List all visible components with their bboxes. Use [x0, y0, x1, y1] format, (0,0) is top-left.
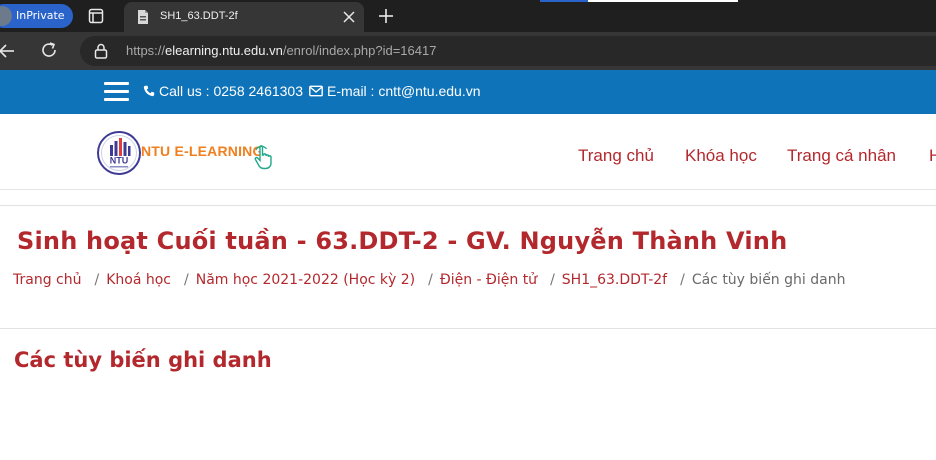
- page-title: Sinh hoạt Cuối tuần - 63.DDT-2 - GV. Ngu…: [17, 227, 788, 255]
- site-logo[interactable]: NTU NTU E-LEARNING: [96, 130, 276, 176]
- site-header: NTU NTU E-LEARNING Trang chủ Khóa học Tr…: [0, 114, 936, 190]
- breadcrumb-separator: /: [94, 272, 100, 288]
- tab-loading-indicator: [540, 0, 936, 2]
- new-tab-icon[interactable]: [378, 8, 394, 24]
- breadcrumb-item-home[interactable]: Trang chủ: [13, 272, 81, 288]
- breadcrumb-item-school-year[interactable]: Năm học 2021-2022 (Học kỳ 2): [196, 272, 415, 288]
- url-text[interactable]: https://elearning.ntu.edu.vn/enrol/index…: [126, 43, 436, 58]
- breadcrumb-separator: /: [680, 272, 685, 288]
- nav-courses-link[interactable]: Khóa học: [685, 146, 757, 166]
- breadcrumb-separator: /: [428, 272, 433, 288]
- browser-tab-strip: InPrivate SH1_63.DDT-2f: [0, 0, 936, 32]
- close-tab-icon[interactable]: [342, 10, 356, 24]
- breadcrumb: Trang chủ / Khoá học / Năm học 2021-2022…: [13, 272, 845, 288]
- breadcrumb-item-course[interactable]: SH1_63.DDT-2f: [562, 272, 667, 288]
- contact-info: Call us : 0258 2461303 E-mail : cntt@ntu…: [143, 83, 481, 99]
- reload-icon[interactable]: [40, 41, 58, 59]
- page-favicon-icon: [138, 10, 148, 24]
- inprivate-badge[interactable]: InPrivate: [0, 4, 73, 28]
- breadcrumb-separator: /: [184, 272, 189, 288]
- breadcrumb-item-department[interactable]: Điện - Điện tử: [440, 272, 537, 288]
- logo-badge-text: NTU: [110, 156, 129, 166]
- active-tab[interactable]: SH1_63.DDT-2f: [124, 2, 364, 32]
- envelope-icon: [309, 85, 323, 97]
- divider: [0, 328, 936, 329]
- site-info-bar: Call us : 0258 2461303 E-mail : cntt@ntu…: [0, 70, 936, 114]
- phone-icon: [143, 85, 155, 97]
- inprivate-label: InPrivate: [16, 9, 65, 22]
- menu-toggle-icon[interactable]: [104, 82, 130, 102]
- lock-icon[interactable]: [94, 43, 108, 59]
- nav-more-link[interactable]: H: [929, 146, 936, 166]
- tab-actions-icon[interactable]: [88, 8, 104, 24]
- breadcrumb-item-courses[interactable]: Khoá học: [106, 272, 171, 288]
- pointer-hand-icon: [254, 145, 272, 170]
- back-icon[interactable]: [0, 42, 16, 60]
- email-text: E-mail : cntt@ntu.edu.vn: [327, 83, 481, 99]
- breadcrumb-separator: /: [550, 272, 555, 288]
- address-bar[interactable]: https://elearning.ntu.edu.vn/enrol/index…: [80, 36, 936, 66]
- tab-title: SH1_63.DDT-2f: [160, 10, 238, 22]
- breadcrumb-item-current: Các tùy biến ghi danh: [691, 272, 846, 288]
- logo-text: NTU E-LEARNING: [141, 143, 264, 159]
- browser-toolbar: https://elearning.ntu.edu.vn/enrol/index…: [0, 32, 936, 70]
- nav-profile-link[interactable]: Trang cá nhân: [787, 146, 896, 166]
- section-title: Các tùy biến ghi danh: [14, 348, 272, 372]
- nav-home-link[interactable]: Trang chủ: [578, 146, 654, 166]
- divider: [0, 205, 936, 206]
- ntu-logo-icon: NTU: [97, 131, 141, 175]
- phone-text: Call us : 0258 2461303: [159, 83, 303, 99]
- profile-avatar: [0, 6, 12, 26]
